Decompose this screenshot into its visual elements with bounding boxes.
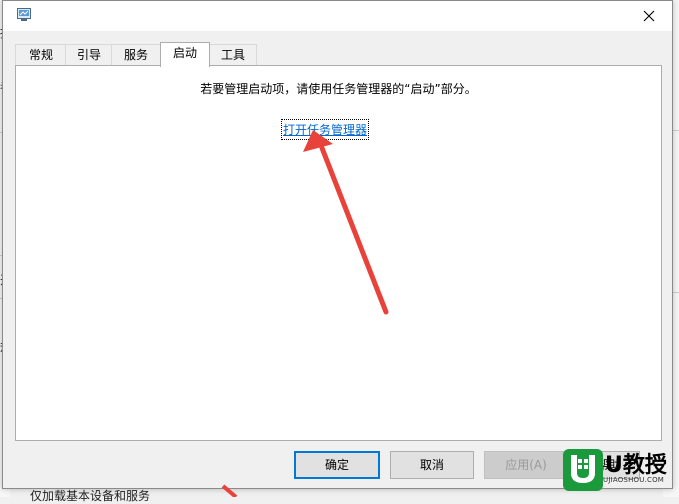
msconfig-app-icon bbox=[17, 8, 31, 21]
apply-button[interactable]: 应用(A) bbox=[484, 451, 568, 479]
tab-general[interactable]: 常规 bbox=[15, 44, 67, 66]
cancel-button[interactable]: 取消 bbox=[390, 451, 474, 479]
close-icon bbox=[643, 10, 655, 22]
tab-startup[interactable]: 启动 bbox=[160, 42, 210, 67]
background-bottom-text: 仅加载基本设备和服务 bbox=[30, 489, 151, 503]
system-config-dialog: 常规 引导 服务 启动 工具 若要管理启动项，请使用任务管理器的“启动”部分。 … bbox=[2, 0, 673, 489]
watermark-subtitle: UJIAOSHOU.COM bbox=[603, 476, 665, 484]
ok-button[interactable]: 确定 bbox=[294, 451, 380, 479]
tab-boot[interactable]: 引导 bbox=[65, 44, 113, 66]
tab-tools[interactable]: 工具 bbox=[209, 44, 257, 66]
open-task-manager-link[interactable]: 打开任务管理器 bbox=[280, 119, 370, 140]
u-logo-icon bbox=[563, 449, 603, 491]
title-bar bbox=[3, 1, 672, 31]
watermark-title: U教授 bbox=[605, 453, 667, 478]
watermark: U教授 UJIAOSHOU.COM bbox=[563, 445, 675, 491]
tab-services[interactable]: 服务 bbox=[111, 44, 161, 66]
startup-panel: 若要管理启动项，请使用任务管理器的“启动”部分。 打开任务管理器 bbox=[15, 65, 662, 441]
startup-message: 若要管理启动项，请使用任务管理器的“启动”部分。 bbox=[200, 82, 477, 96]
close-button[interactable] bbox=[626, 1, 672, 31]
